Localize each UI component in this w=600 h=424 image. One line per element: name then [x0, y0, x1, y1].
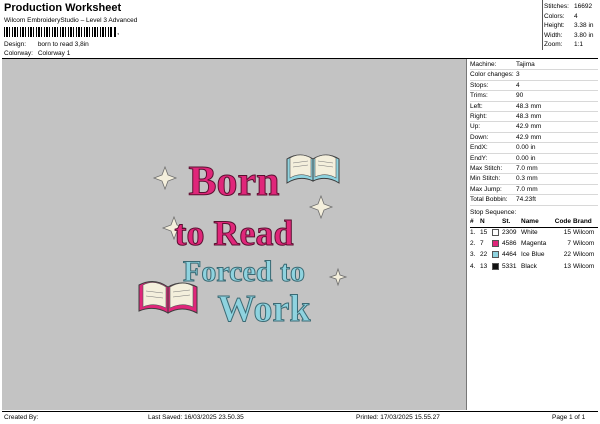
stop-sequence-row: 3. 22 4464 Ice Blue 22 Wilcom	[470, 251, 595, 259]
stat-stitches: Stitches: 16692	[544, 3, 593, 10]
prop-left: Left: 48.3 mm	[470, 102, 598, 113]
footer-page-number: Page 1 of 1	[552, 414, 586, 421]
stop-sequence-row: 4. 13 5331 Black 13 Wilcom	[470, 262, 595, 270]
embroidery-design: Born to Read Forced to Work	[138, 154, 348, 331]
colorway-label: Colorway:	[4, 50, 33, 57]
prop-trims: Trims: 90	[470, 91, 598, 102]
stat-height: Height: 3.38 in	[544, 22, 594, 29]
stat-colors: Colors: 4	[544, 12, 578, 20]
design-preview-canvas[interactable]: Born to Read Forced to Work	[2, 59, 467, 410]
stats-divider	[542, 0, 543, 50]
footer-last-saved: Last Saved: 16/03/2025 23.50.35	[148, 414, 244, 421]
stop-sequence-row: 2. 7 4586 Magenta 7 Wilcom	[470, 239, 595, 247]
color-swatch	[492, 228, 499, 236]
prop-down: Down: 42.9 mm	[470, 133, 598, 144]
footer-created-by: Created By:	[4, 414, 39, 421]
design-text-born: Born	[188, 159, 279, 205]
colorway-row: Colorway: Colorway 1	[4, 50, 70, 57]
prop-endy: EndY: 0.00 in	[470, 154, 598, 165]
prop-endx: EndX: 0.00 in	[470, 143, 598, 154]
design-text-work: Work	[218, 288, 312, 330]
design-text-to-read: to Read	[175, 213, 294, 253]
prop-total-bobbin: Total Bobbin: 74.23ft	[470, 195, 598, 206]
stop-sequence-row: 1. 15 2309 White 15 Wilcom	[470, 228, 595, 236]
stats-box: Stitches: 16692 Colors: 4 Height: 3.38 in W…	[544, 2, 598, 50]
design-text-forced-to: Forced to	[183, 255, 305, 288]
stop-sequence-header: # N St. Name Code Brand	[470, 217, 598, 228]
prop-stops: Stops: 4	[470, 81, 598, 92]
barcode-suffix: ,	[114, 27, 119, 37]
stat-width: Width: 3.80 in	[544, 31, 594, 39]
design-name-row: Design: born to read 3,8in	[4, 41, 89, 48]
prop-right: Right: 48.3 mm	[470, 112, 598, 123]
barcode	[4, 27, 112, 37]
worksheet-title: Production Worksheet	[4, 2, 122, 14]
design-label: Design:	[4, 41, 27, 48]
color-swatch	[492, 262, 499, 270]
color-swatch	[492, 239, 499, 247]
design-value: born to read 3,8in	[37, 41, 89, 48]
book-icon	[286, 154, 340, 184]
prop-max-jump: Max Jump: 7.0 mm	[470, 185, 598, 196]
machine-properties-panel: Machine: Tajima Color changes: 3 Stops: 4 T…	[470, 60, 598, 273]
footer-printed: Printed: 17/03/2025 15.55.27	[356, 414, 440, 421]
software-subtitle: Wilcom EmbroideryStudio – Level 3 Advanc…	[4, 17, 138, 24]
colorway-value: Colorway 1	[37, 50, 71, 57]
stat-zoom: Zoom: 1:1	[544, 41, 584, 48]
footer-divider	[2, 411, 598, 412]
color-swatch	[492, 251, 499, 259]
prop-min-stitch: Min Stitch: 0.3 mm	[470, 174, 598, 185]
prop-color-changes: Color changes: 3	[470, 70, 598, 81]
prop-machine: Machine: Tajima	[470, 60, 598, 71]
stop-sequence-title: Stop Sequence:	[470, 208, 517, 216]
prop-up: Up: 42.9 mm	[470, 122, 598, 133]
prop-max-stitch: Max Stitch: 7.0 mm	[470, 164, 598, 175]
